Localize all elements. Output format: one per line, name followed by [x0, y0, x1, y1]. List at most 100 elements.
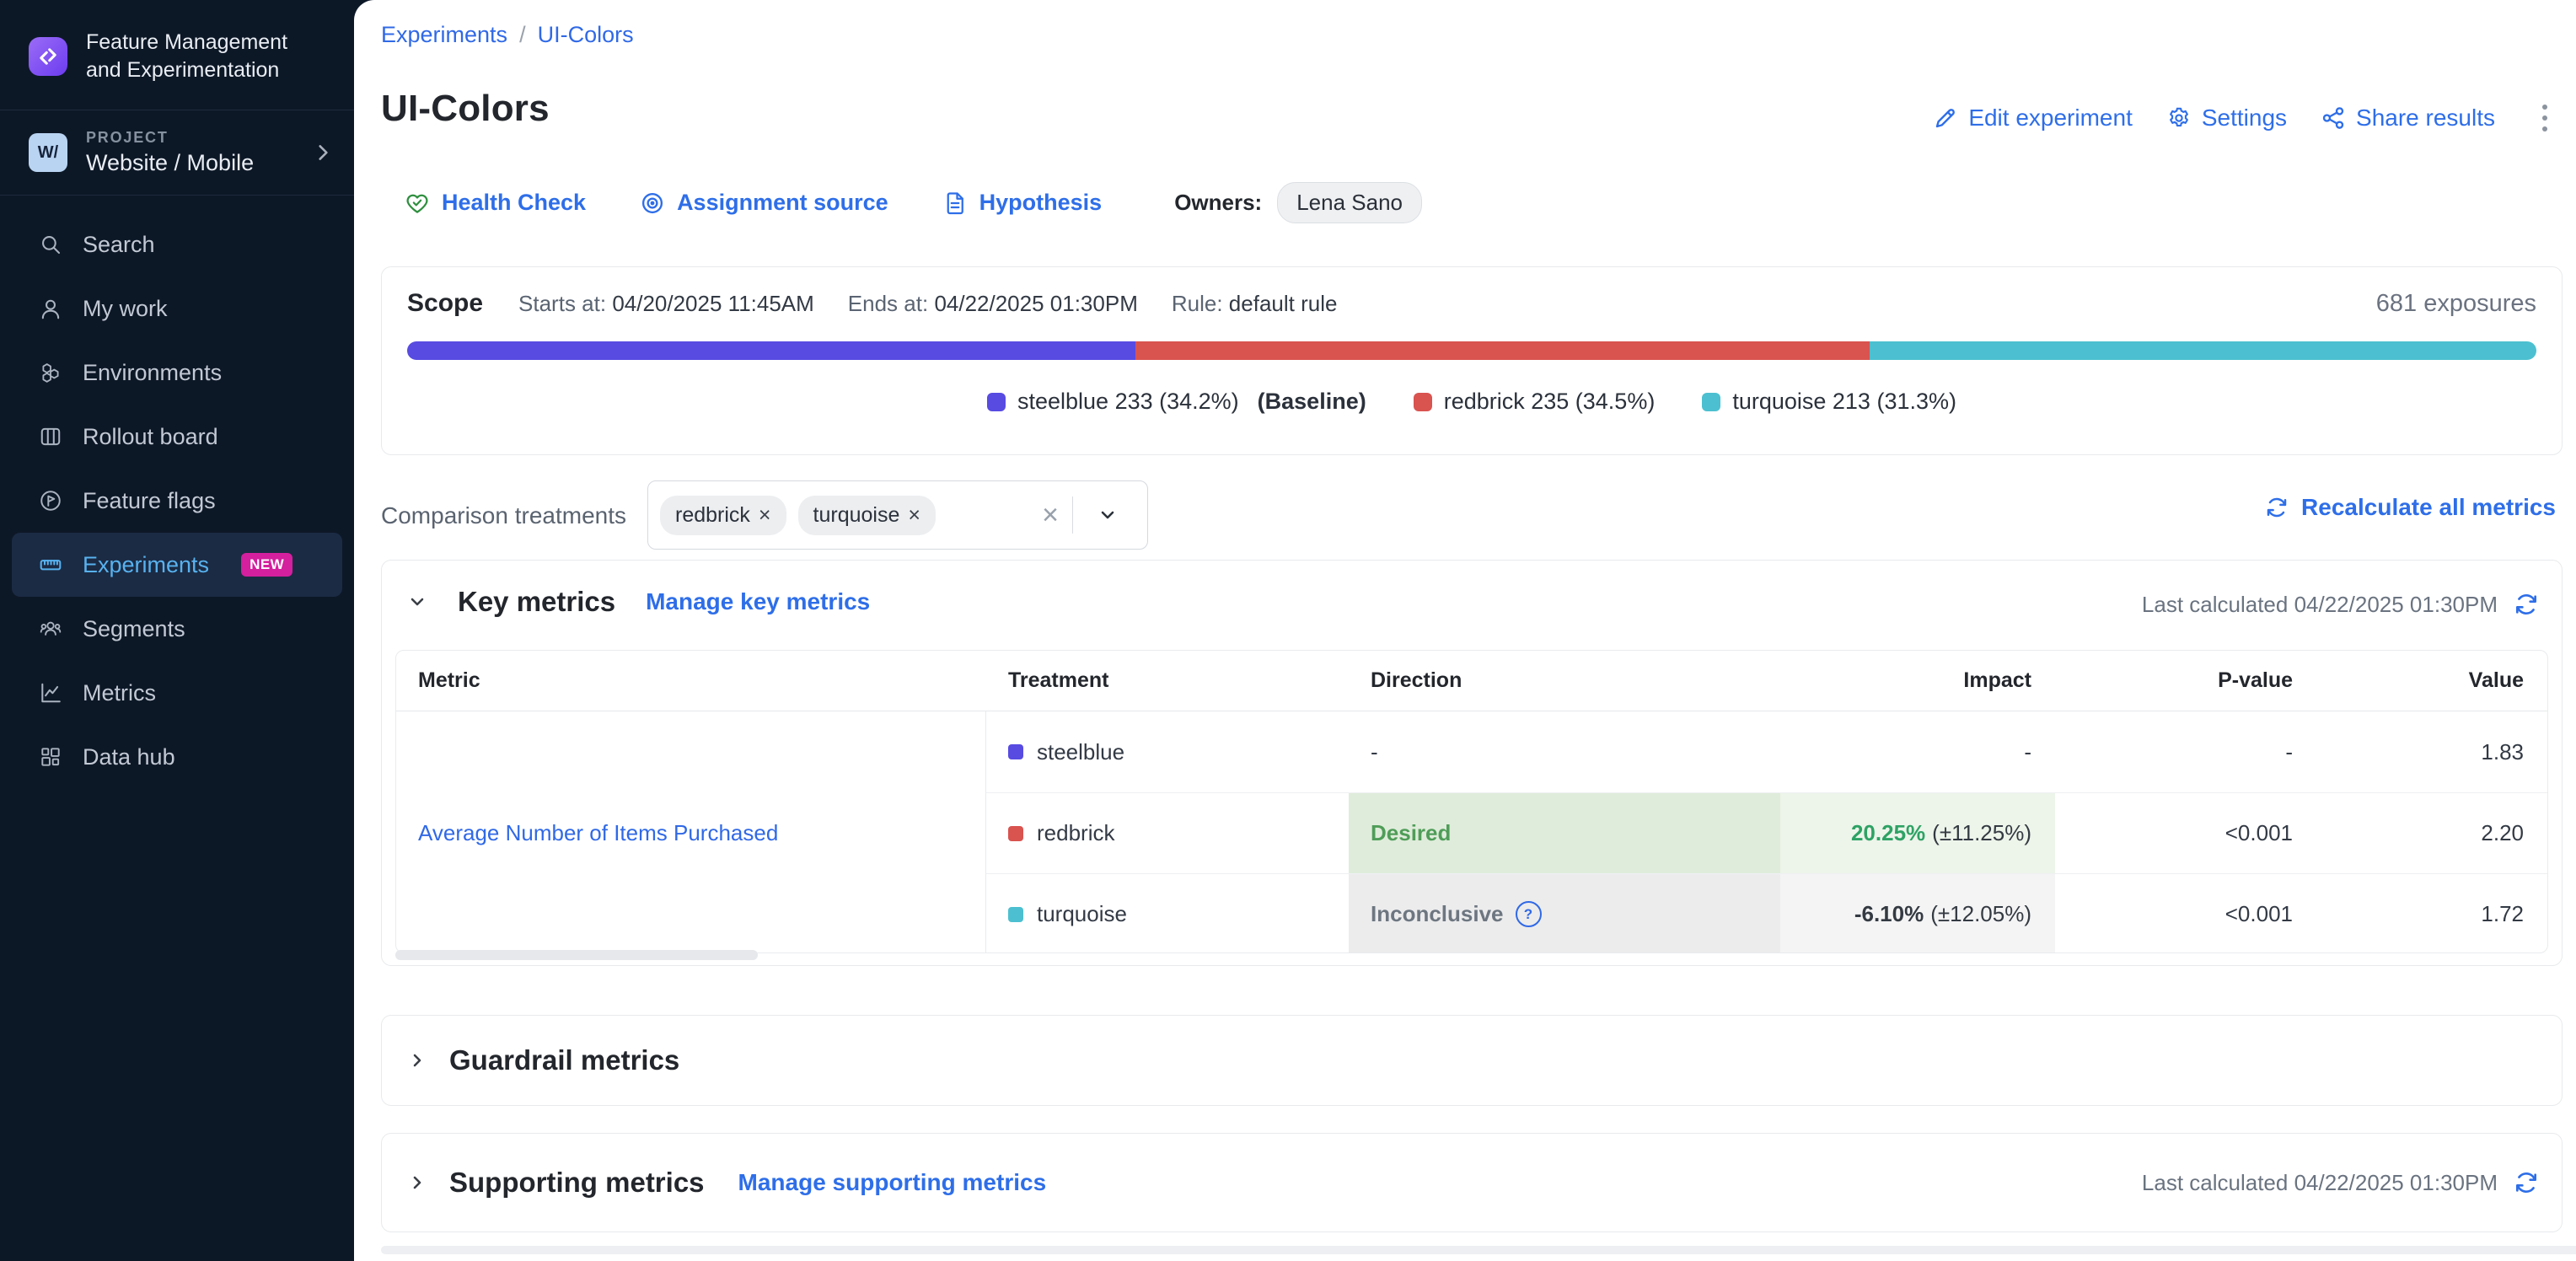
p-value-cell: <0.001	[2055, 792, 2316, 873]
grid-squares-icon	[39, 745, 62, 769]
more-options-button[interactable]	[2534, 101, 2556, 135]
next-section-edge	[381, 1246, 2576, 1254]
project-name: Website / Mobile	[86, 150, 293, 176]
owner-chip[interactable]: Lena Sano	[1277, 182, 1422, 223]
sidebar-item-my-work[interactable]: My work	[0, 276, 354, 341]
owners: Owners: Lena Sano	[1174, 182, 1422, 223]
new-badge: NEW	[241, 553, 292, 577]
board-columns-icon	[39, 425, 62, 448]
page-title: UI-Colors	[381, 88, 550, 130]
ruler-icon	[39, 553, 62, 577]
sidebar-item-metrics[interactable]: Metrics	[0, 661, 354, 725]
comparison-treatments-label: Comparison treatments	[381, 502, 626, 529]
metric-link[interactable]: Average Number of Items Purchased	[418, 820, 778, 846]
share-results-button[interactable]: Share results	[2321, 105, 2495, 131]
help-question-icon[interactable]: ?	[1516, 901, 1542, 927]
hexagons-icon	[39, 361, 62, 384]
people-group-icon	[39, 617, 62, 641]
supporting-metrics-section[interactable]: Supporting metrics Manage supporting met…	[381, 1133, 2563, 1232]
scope-starts: Starts at: 04/20/2025 11:45AM	[518, 291, 814, 317]
col-header-p-value: P-value	[2055, 651, 2316, 711]
app-title: Feature Management and Experimentation	[86, 29, 287, 84]
treatment-swatch	[1008, 744, 1023, 759]
legend-swatch-redbrick	[1414, 393, 1432, 411]
treatment-swatch	[1008, 907, 1023, 922]
impact-cell: 20.25% (±11.25%)	[1780, 792, 2055, 873]
metric-cell: Average Number of Items Purchased	[396, 711, 986, 953]
legend-item-redbrick: redbrick 235 (34.5%)	[1414, 389, 1656, 415]
value-cell: 1.83	[2316, 711, 2547, 792]
sidebar-item-experiments[interactable]: Experiments NEW	[12, 533, 342, 597]
sidebar-item-segments[interactable]: Segments	[0, 597, 354, 661]
search-icon	[39, 233, 62, 256]
col-header-value: Value	[2316, 651, 2547, 711]
chevron-right-icon	[407, 1172, 427, 1193]
treatment-cell-redbrick: redbrick	[986, 792, 1349, 873]
sidebar-item-search[interactable]: Search	[0, 212, 354, 276]
impact-cell: -	[1780, 711, 2055, 792]
share-icon	[2321, 105, 2346, 131]
chip-remove-icon[interactable]: ×	[759, 503, 771, 528]
sidebar-item-data-hub[interactable]: Data hub	[0, 725, 354, 789]
experiment-links: Health Check Assignment source Hypothesi…	[405, 182, 1422, 223]
flag-circle-icon	[39, 489, 62, 512]
p-value-cell: -	[2055, 711, 2316, 792]
value-cell: 2.20	[2316, 792, 2547, 873]
breadcrumb-current[interactable]: UI-Colors	[538, 22, 634, 48]
refresh-icon	[2264, 495, 2289, 520]
chip-redbrick[interactable]: redbrick×	[660, 496, 786, 535]
horizontal-scrollbar-thumb[interactable]	[395, 950, 758, 960]
exposure-distribution-bar	[407, 341, 2536, 360]
comparison-treatments-select[interactable]: redbrick× turquoise× ×	[647, 480, 1148, 550]
supporting-last-calculated: Last calculated 04/22/2025 01:30PM	[2142, 1169, 2540, 1196]
health-check-link[interactable]: Health Check	[405, 190, 586, 216]
scope-rule: Rule: default rule	[1172, 291, 1338, 317]
edit-experiment-button[interactable]: Edit experiment	[1933, 105, 2133, 131]
sidebar-item-environments[interactable]: Environments	[0, 341, 354, 405]
owners-label: Owners:	[1174, 190, 1262, 216]
exposures-count: 681 exposures	[2376, 290, 2536, 318]
pencil-icon	[1933, 105, 1958, 131]
legend-swatch-turquoise	[1702, 393, 1720, 411]
bar-segment-turquoise	[1870, 341, 2536, 360]
chevron-down-icon[interactable]	[407, 592, 427, 612]
sidebar: Feature Management and Experimentation W…	[0, 0, 354, 1261]
clear-all-icon[interactable]: ×	[1028, 501, 1072, 529]
key-metrics-last-calculated: Last calculated 04/22/2025 01:30PM	[2142, 591, 2540, 618]
sidebar-item-rollout-board[interactable]: Rollout board	[0, 405, 354, 469]
supporting-metrics-title: Supporting metrics	[449, 1167, 705, 1199]
breadcrumb-separator: /	[519, 22, 526, 48]
bar-segment-redbrick	[1135, 341, 1870, 360]
chip-remove-icon[interactable]: ×	[908, 503, 920, 528]
recalculate-all-metrics-button[interactable]: Recalculate all metrics	[2264, 494, 2556, 521]
chip-turquoise[interactable]: turquoise×	[798, 496, 936, 535]
line-chart-icon	[39, 681, 62, 705]
hypothesis-link[interactable]: Hypothesis	[942, 190, 1103, 216]
scope-card: Scope Starts at: 04/20/2025 11:45AM Ends…	[381, 266, 2563, 455]
col-header-direction: Direction	[1349, 651, 1780, 711]
refresh-icon[interactable]	[2513, 591, 2540, 618]
user-icon	[39, 297, 62, 320]
document-icon	[942, 190, 968, 216]
guardrail-metrics-section[interactable]: Guardrail metrics	[381, 1015, 2563, 1106]
direction-cell-inconclusive: Inconclusive ?	[1349, 873, 1780, 953]
settings-button[interactable]: Settings	[2166, 105, 2287, 131]
project-label: PROJECT	[86, 129, 293, 147]
breadcrumb-experiments[interactable]: Experiments	[381, 22, 507, 48]
project-avatar: W/	[29, 133, 67, 172]
bar-segment-steelblue	[407, 341, 1135, 360]
chevron-right-icon	[312, 142, 334, 164]
project-switcher[interactable]: W/ PROJECT Website / Mobile	[0, 110, 354, 195]
assignment-source-link[interactable]: Assignment source	[640, 190, 888, 216]
key-metrics-title[interactable]: Key metrics	[458, 586, 615, 618]
col-header-metric: Metric	[396, 651, 986, 711]
key-metrics-table: Metric Treatment Direction Impact P-valu…	[395, 650, 2548, 953]
refresh-icon[interactable]	[2513, 1169, 2540, 1196]
breadcrumb: Experiments / UI-Colors	[381, 22, 634, 48]
treatment-swatch	[1008, 826, 1023, 841]
sidebar-item-feature-flags[interactable]: Feature flags	[0, 469, 354, 533]
chevron-down-icon[interactable]	[1073, 505, 1132, 525]
app-logo-row[interactable]: Feature Management and Experimentation	[0, 0, 354, 110]
manage-key-metrics-link[interactable]: Manage key metrics	[646, 588, 870, 615]
manage-supporting-metrics-link[interactable]: Manage supporting metrics	[738, 1169, 1047, 1196]
